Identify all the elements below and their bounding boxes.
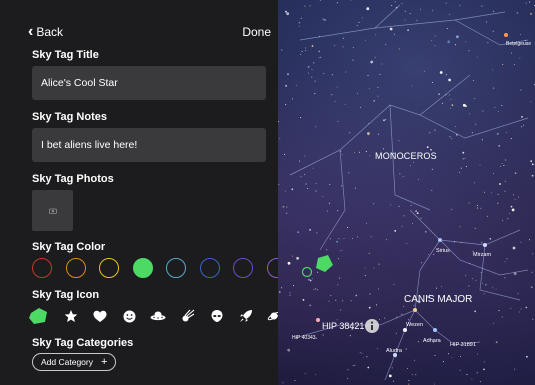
- icon-picker: [28, 306, 278, 326]
- rocket-icon[interactable]: [236, 306, 256, 326]
- add-photo-button[interactable]: [32, 190, 73, 231]
- star-label-adhara: Adhara: [423, 338, 441, 344]
- nav-bar: ‹ Back Done: [28, 23, 271, 43]
- alien-icon[interactable]: [207, 306, 227, 326]
- color-picker: [30, 257, 278, 281]
- star-label-hip38421[interactable]: HIP 38421: [322, 321, 364, 331]
- comet-icon[interactable]: [178, 306, 198, 326]
- chevron-left-icon: ‹: [28, 23, 34, 40]
- color-swatch-orange[interactable]: [65, 258, 86, 278]
- title-field[interactable]: [32, 66, 266, 100]
- app-screen: MONOCEROS CANIS MAJOR Betelgeuse Sirius …: [0, 0, 535, 385]
- icon-label: Sky Tag Icon: [32, 289, 100, 301]
- planet-icon[interactable]: [264, 306, 278, 326]
- constellation-label-monoceros: MONOCEROS: [375, 151, 437, 161]
- color-swatch-teal[interactable]: [166, 258, 186, 278]
- star-label-hip40343: HIP 40343: [292, 335, 316, 341]
- color-swatch-green[interactable]: [132, 258, 153, 278]
- back-label: Back: [36, 25, 64, 39]
- color-swatch-blue[interactable]: [199, 258, 220, 278]
- add-category-label: Add Category: [41, 357, 93, 367]
- back-button[interactable]: ‹ Back: [28, 23, 64, 40]
- star-label-wezen: Wezen: [406, 322, 424, 328]
- camera-icon: [48, 208, 57, 214]
- star-label-hip31891: HIP 31891: [450, 342, 476, 348]
- color-swatch-yellow[interactable]: [99, 258, 119, 278]
- star-label-sirius: Sirius: [436, 248, 450, 254]
- photos-label: Sky Tag Photos: [32, 173, 114, 185]
- add-category-button[interactable]: Add Category +: [32, 353, 117, 371]
- notes-field[interactable]: [32, 128, 266, 162]
- star-label-mirzam: Mirzam: [473, 252, 492, 258]
- color-swatch-purple[interactable]: [233, 258, 253, 278]
- constellation-label-canis-major: CANIS MAJOR: [404, 294, 473, 305]
- color-swatch-violet[interactable]: [266, 258, 278, 278]
- color-swatch-red[interactable]: [32, 258, 52, 278]
- ufo-icon[interactable]: [148, 306, 168, 326]
- plus-icon: +: [100, 356, 108, 368]
- heart-icon[interactable]: [90, 306, 110, 326]
- star-label-betelgeuse: Betelgeuse: [506, 41, 532, 47]
- notes-label: Sky Tag Notes: [32, 111, 107, 123]
- title-label: Sky Tag Title: [32, 49, 99, 61]
- smiley-icon[interactable]: [119, 306, 139, 326]
- color-label: Sky Tag Color: [32, 241, 106, 253]
- info-icon[interactable]: [364, 318, 380, 334]
- sky-tag-editor-panel: ‹ Back Done Sky Tag Title Sky Tag Notes …: [0, 0, 278, 385]
- categories-label: Sky Tag Categories: [32, 337, 134, 349]
- star-icon[interactable]: [61, 306, 81, 326]
- star-label-aludra: Aludra: [386, 348, 402, 354]
- gem-icon[interactable]: [28, 306, 48, 326]
- done-button[interactable]: Done: [242, 25, 271, 39]
